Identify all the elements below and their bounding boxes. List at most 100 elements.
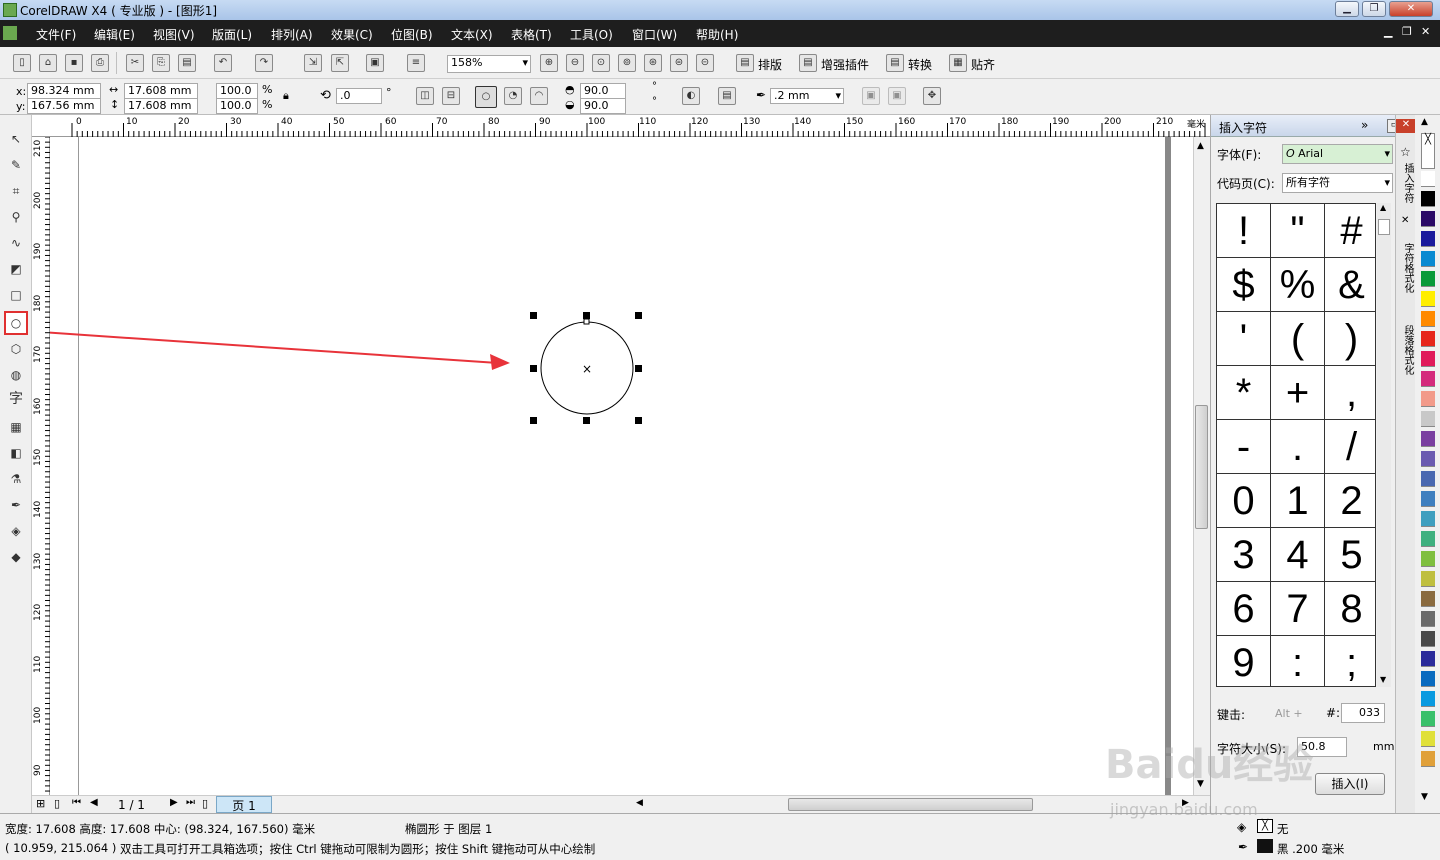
menu-file[interactable]: 文件(F) xyxy=(36,26,76,43)
save-icon[interactable]: ▪ xyxy=(65,54,83,72)
import-icon[interactable]: ⇲ xyxy=(304,54,322,72)
color-swatch[interactable] xyxy=(1421,531,1435,547)
text-tool-icon[interactable]: 字 xyxy=(6,389,26,409)
doc-restore-icon[interactable]: ❐ xyxy=(1402,25,1412,38)
character-cell[interactable]: " xyxy=(1271,204,1325,258)
start-angle-input[interactable]: 90.0 xyxy=(580,83,626,99)
tab-close-icon[interactable]: ✕ xyxy=(1401,215,1409,226)
color-swatch[interactable] xyxy=(1421,671,1435,687)
color-swatch[interactable] xyxy=(1421,191,1435,207)
zoom-level-select[interactable]: 158% ▾ xyxy=(447,55,531,73)
character-cell[interactable]: 1 xyxy=(1271,474,1325,528)
color-swatch[interactable] xyxy=(1421,551,1435,567)
color-swatch[interactable] xyxy=(1421,631,1435,647)
fill-swatch-icon[interactable]: ╳ xyxy=(1257,819,1273,833)
color-swatch[interactable] xyxy=(1421,291,1435,307)
character-cell[interactable]: * xyxy=(1217,366,1271,420)
menu-bitmaps[interactable]: 位图(B) xyxy=(391,26,433,43)
shape-tool-icon[interactable]: ✎ xyxy=(6,155,26,175)
character-cell[interactable]: & xyxy=(1325,258,1375,312)
copy-icon[interactable]: ⎘ xyxy=(152,54,170,72)
arc-mode-icon[interactable]: ◠ xyxy=(530,87,548,105)
color-swatch[interactable] xyxy=(1421,731,1435,747)
add-page-after-icon[interactable]: ▯ xyxy=(202,797,208,810)
scroll-thumb[interactable] xyxy=(1195,405,1208,529)
node-handle[interactable] xyxy=(583,318,590,325)
character-cell[interactable]: + xyxy=(1271,366,1325,420)
paste-icon[interactable]: ▤ xyxy=(178,54,196,72)
zoom-tool-icon[interactable]: ⚲ xyxy=(6,207,26,227)
character-cell[interactable]: 8 xyxy=(1325,582,1375,636)
character-cell[interactable]: 4 xyxy=(1271,528,1325,582)
color-swatch[interactable] xyxy=(1421,751,1435,767)
character-cell[interactable]: . xyxy=(1271,420,1325,474)
scroll-left-icon[interactable]: ◀ xyxy=(636,798,643,808)
character-cell[interactable]: % xyxy=(1271,258,1325,312)
interactive-fill-tool-icon[interactable]: ◆ xyxy=(6,547,26,567)
palette-scroll-down-icon[interactable]: ▼ xyxy=(1421,792,1428,802)
fill-tool-icon[interactable]: ◈ xyxy=(6,521,26,541)
h-scroll-thumb[interactable] xyxy=(788,798,1033,811)
scroll-up-icon[interactable]: ▲ xyxy=(1197,141,1204,151)
selection-handle[interactable] xyxy=(635,417,642,424)
color-swatch[interactable] xyxy=(1421,711,1435,727)
rectangle-tool-icon[interactable]: □ xyxy=(6,285,26,305)
color-swatch[interactable] xyxy=(1421,511,1435,527)
height-input[interactable]: 17.608 mm xyxy=(124,98,198,114)
zoom-selected-icon[interactable]: ⊙ xyxy=(592,54,610,72)
first-page-icon[interactable]: ⏮ xyxy=(72,797,81,808)
docker-close-icon[interactable]: ✕ xyxy=(1396,119,1416,133)
tab-insert-character[interactable]: 插入字符 xyxy=(1400,163,1413,203)
open-icon[interactable]: ⌂ xyxy=(39,54,57,72)
menu-text[interactable]: 文本(X) xyxy=(451,26,493,43)
character-cell[interactable]: / xyxy=(1325,420,1375,474)
zoom-height-icon[interactable]: ⊝ xyxy=(696,54,714,72)
character-cell[interactable]: 7 xyxy=(1271,582,1325,636)
new-icon[interactable]: ▯ xyxy=(13,54,31,72)
zoom-in-icon[interactable]: ⊕ xyxy=(540,54,558,72)
pick-tool-icon[interactable]: ↖ xyxy=(6,129,26,149)
color-swatch[interactable] xyxy=(1421,691,1435,707)
color-swatch[interactable] xyxy=(1421,311,1435,327)
y-position-input[interactable]: 167.56 mm xyxy=(27,98,101,114)
char-code-input[interactable]: 033 xyxy=(1341,703,1385,723)
plugin-convert-button[interactable]: 转换 xyxy=(908,56,932,73)
drawing-canvas[interactable]: × xyxy=(50,137,1195,795)
character-cell[interactable]: 0 xyxy=(1217,474,1271,528)
color-swatch[interactable] xyxy=(1421,171,1435,187)
color-swatch[interactable] xyxy=(1421,411,1435,427)
outline-width-select[interactable]: .2 mm ▾ xyxy=(770,88,844,104)
scroll-down-icon[interactable]: ▼ xyxy=(1380,675,1386,684)
mirror-horizontal-icon[interactable]: ◫ xyxy=(416,87,434,105)
document-navigator-icon[interactable]: ⊞ xyxy=(36,797,45,810)
mirror-vertical-icon[interactable]: ⊟ xyxy=(442,87,460,105)
grid-scroll-thumb[interactable] xyxy=(1378,219,1390,235)
character-cell[interactable]: ! xyxy=(1217,204,1271,258)
plugin-typeset-button[interactable]: 排版 xyxy=(758,56,782,73)
color-swatch[interactable] xyxy=(1421,431,1435,447)
character-cell[interactable]: , xyxy=(1325,366,1375,420)
selection-handle[interactable] xyxy=(635,312,642,319)
character-cell[interactable]: 6 xyxy=(1217,582,1271,636)
menu-table[interactable]: 表格(T) xyxy=(511,26,552,43)
minimize-button[interactable]: ▁ xyxy=(1335,1,1359,17)
scale-y-input[interactable]: 100.0 xyxy=(216,98,258,114)
selection-handle[interactable] xyxy=(530,312,537,319)
color-swatch[interactable] xyxy=(1421,211,1435,227)
favorite-icon[interactable]: ☆ xyxy=(1400,145,1411,159)
character-cell[interactable]: # xyxy=(1325,204,1375,258)
color-swatch[interactable] xyxy=(1421,611,1435,627)
doc-minimize-icon[interactable]: ▁ xyxy=(1384,25,1392,38)
color-swatch[interactable] xyxy=(1421,471,1435,487)
table-tool-icon[interactable]: ▦ xyxy=(6,417,26,437)
end-angle-input[interactable]: 90.0 xyxy=(580,98,626,114)
expand-icon[interactable]: » xyxy=(1361,118,1368,132)
rotation-input[interactable]: .0 xyxy=(336,88,382,104)
color-swatch[interactable] xyxy=(1421,351,1435,367)
color-swatch[interactable] xyxy=(1421,271,1435,287)
crop-tool-icon[interactable]: ⌗ xyxy=(6,181,26,201)
outline-tool-icon[interactable]: ✒ xyxy=(6,495,26,515)
menu-tools[interactable]: 工具(O) xyxy=(570,26,613,43)
selection-handle[interactable] xyxy=(583,417,590,424)
color-swatch[interactable] xyxy=(1421,491,1435,507)
